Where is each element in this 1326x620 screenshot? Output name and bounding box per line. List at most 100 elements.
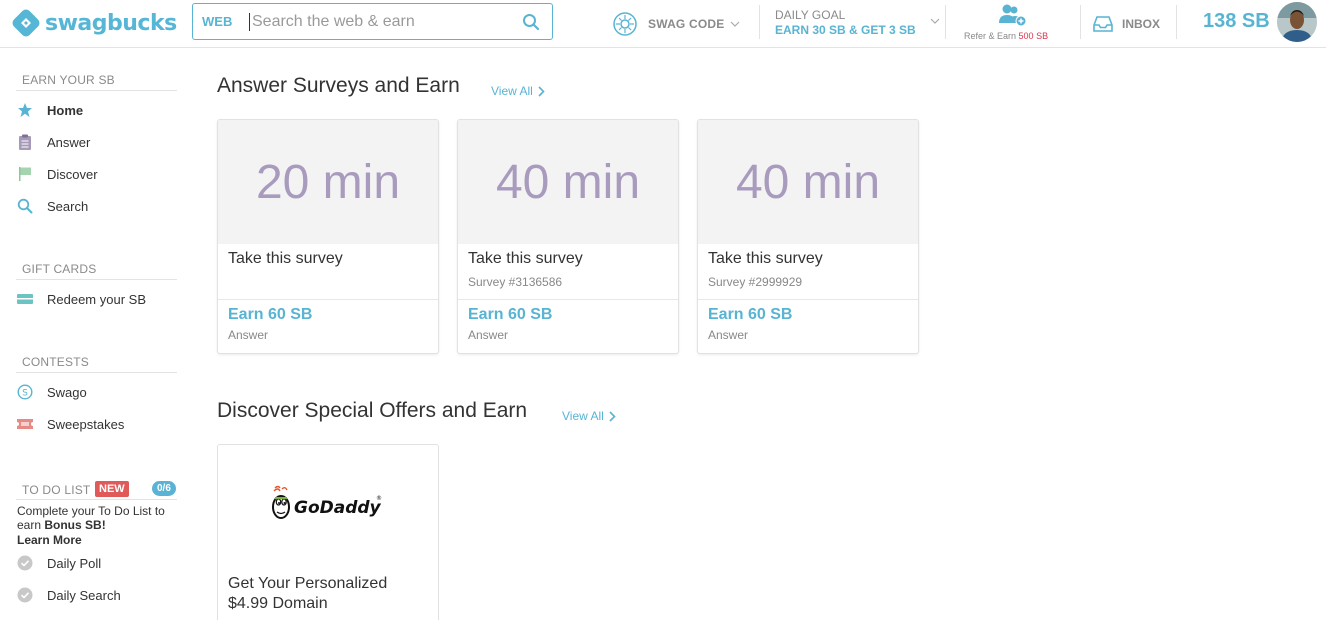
survey-card[interactable]: 40 min Take this survey Survey #2999929 …: [697, 119, 919, 354]
survey-duration: 40 min: [458, 120, 678, 244]
survey-reward: Earn 60 SB: [468, 306, 553, 323]
survey-card-body: Take this survey Survey #3136586: [458, 244, 678, 300]
refer-and-earn[interactable]: Refer & Earn 500 SB: [960, 0, 1070, 48]
offers-view-all-link[interactable]: View All: [562, 409, 616, 423]
todo-item-daily-search[interactable]: Daily Search: [16, 583, 176, 607]
divider: [16, 372, 177, 373]
search-icon[interactable]: [522, 13, 540, 31]
surveys-section-title: Answer Surveys and Earn: [217, 74, 460, 97]
divider: [16, 499, 177, 500]
survey-type: Answer: [468, 328, 509, 342]
survey-card-footer: Earn 60 SB Answer: [218, 300, 438, 353]
todo-count-badge: 0/6: [152, 481, 176, 496]
contests-heading: CONTESTS: [22, 355, 89, 369]
survey-title: Take this survey: [468, 250, 583, 267]
inbox-label: INBOX: [1122, 17, 1161, 31]
divider: [16, 90, 177, 91]
survey-card-body: Take this survey: [218, 244, 438, 300]
swag-code-label: SWAG CODE: [648, 17, 725, 31]
search-scope-label[interactable]: WEB: [193, 14, 249, 29]
todo-item-daily-poll[interactable]: Daily Poll: [16, 551, 176, 575]
survey-title: Take this survey: [708, 250, 823, 267]
avatar[interactable]: [1277, 2, 1317, 42]
sidebar-item-label: Sweepstakes: [47, 416, 125, 432]
survey-reward: Earn 60 SB: [228, 306, 313, 323]
earn-heading: EARN YOUR SB: [22, 73, 115, 87]
sidebar-item-home[interactable]: Home: [16, 98, 176, 122]
search-input[interactable]: [249, 12, 499, 31]
offers-section-title: Discover Special Offers and Earn: [217, 399, 528, 422]
todo-heading: TO DO LIST: [22, 483, 91, 497]
sidebar-item-label: Discover: [47, 166, 98, 182]
header-divider: [945, 5, 946, 39]
sidebar-item-discover[interactable]: Discover: [16, 162, 176, 186]
todo-item-label: Daily Search: [47, 587, 121, 603]
swag-code-menu[interactable]: SWAG CODE: [612, 0, 752, 48]
new-badge: NEW: [95, 481, 129, 497]
sidebar-item-swago[interactable]: S Swago: [16, 380, 176, 404]
sidebar-item-label: Swago: [47, 384, 87, 400]
search-icon: [16, 197, 34, 215]
refer-text: Refer & Earn: [964, 31, 1017, 41]
daily-goal-menu[interactable]: DAILY GOAL EARN 30 SB & GET 3 SB: [775, 0, 945, 48]
inbox-icon: [1093, 16, 1113, 32]
card-icon: [16, 290, 34, 308]
sidebar-item-label: Search: [47, 198, 89, 214]
divider: [16, 279, 177, 280]
inbox-button[interactable]: INBOX: [1092, 0, 1172, 48]
daily-goal-value: EARN 30 SB & GET 3 SB: [775, 23, 916, 37]
star-icon: [16, 101, 34, 119]
logo-text: swagbucks: [45, 10, 177, 36]
swagbucks-logo[interactable]: swagbucks: [10, 6, 177, 40]
offer-title: Get Your Personalized $4.99 Domain: [228, 575, 388, 612]
sb-balance[interactable]: 138 SB: [1203, 10, 1270, 33]
refer-label: Refer & Earn 500 SB: [964, 31, 1048, 41]
survey-duration: 40 min: [698, 120, 918, 244]
add-friend-icon: [999, 4, 1027, 27]
sidebar-item-search[interactable]: Search: [16, 194, 176, 218]
chevron-right-icon: [538, 85, 545, 97]
survey-card[interactable]: 20 min Take this survey Earn 60 SB Answe…: [217, 119, 439, 354]
chevron-down-icon: [731, 21, 740, 27]
flag-icon: [16, 165, 34, 183]
survey-card-footer: Earn 60 SB Answer: [458, 300, 678, 353]
survey-card-body: Take this survey Survey #2999929: [698, 244, 918, 300]
view-all-label: View All: [562, 409, 604, 423]
sidebar-item-label: Redeem your SB: [47, 291, 146, 307]
check-circle-icon: [16, 586, 34, 604]
header-divider: [1176, 5, 1177, 39]
header-divider: [759, 5, 760, 39]
check-circle-icon: [16, 554, 34, 572]
sidebar-item-redeem[interactable]: Redeem your SB: [16, 287, 176, 311]
offer-card[interactable]: GoDaddy ® Get Your Personalized $4.99 Do…: [217, 444, 439, 620]
sidebar-item-sweepstakes[interactable]: Sweepstakes: [16, 412, 176, 436]
sidebar-item-label: Home: [47, 102, 84, 118]
svg-text:®: ®: [376, 495, 382, 502]
todo-item-label: Daily Poll: [47, 555, 102, 571]
swagbucks-logo-icon: [12, 9, 40, 37]
user-avatar-image: [1277, 2, 1317, 42]
sidebar-item-answer[interactable]: Answer: [16, 130, 176, 154]
survey-id: Survey #3136586: [468, 275, 563, 289]
swago-icon: S: [16, 383, 34, 401]
todo-desc-bonus: Bonus SB!: [44, 518, 106, 532]
survey-card[interactable]: 40 min Take this survey Survey #3136586 …: [457, 119, 679, 354]
gift-cards-heading: GIFT CARDS: [22, 262, 97, 276]
survey-type: Answer: [708, 328, 749, 342]
daily-goal-title: DAILY GOAL: [775, 8, 846, 22]
refer-amount: 500 SB: [1018, 31, 1049, 41]
view-all-label: View All: [491, 84, 533, 98]
learn-more-link[interactable]: Learn More: [17, 533, 82, 547]
survey-duration: 20 min: [218, 120, 438, 244]
survey-type: Answer: [228, 328, 269, 342]
chevron-down-icon: [930, 18, 940, 24]
surveys-view-all-link[interactable]: View All: [491, 84, 545, 98]
header-divider: [1080, 5, 1081, 39]
clipboard-icon: [16, 133, 34, 151]
sidebar-item-label: Answer: [47, 134, 91, 150]
survey-id: Survey #2999929: [708, 275, 803, 289]
top-header: swagbucks WEB SWAG CODE DAILY GOAL EARN …: [0, 0, 1326, 48]
swag-code-icon: [613, 12, 637, 36]
search-box: WEB: [192, 3, 553, 40]
sidebar: EARN YOUR SB Home Answer Discover Search…: [0, 49, 190, 620]
